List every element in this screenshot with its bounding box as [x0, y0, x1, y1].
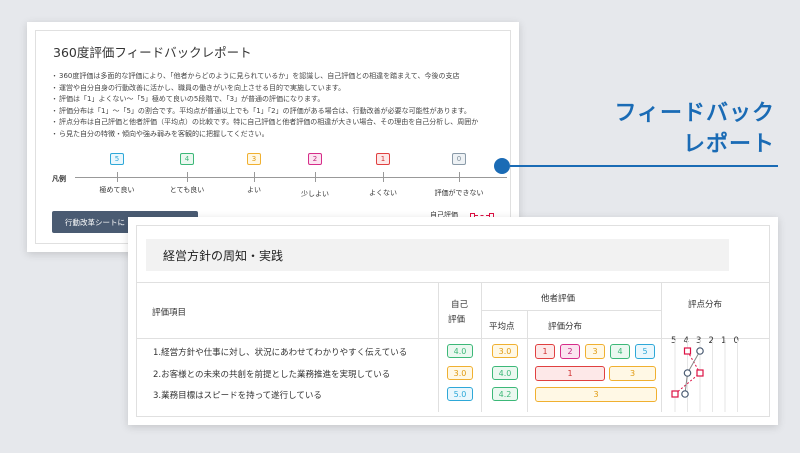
- table-divider: [481, 282, 482, 412]
- scale-value-badge: 5: [110, 153, 124, 165]
- score-distribution-plot: [671, 340, 738, 412]
- header-score-dist: 評点分布: [688, 300, 723, 310]
- scale-tick: [254, 172, 255, 182]
- header-self-line2: 評価: [448, 315, 466, 325]
- report-notes: 360度評価は多面的な評価により、「他者からどのように見られているか」を認識し、…: [53, 71, 508, 140]
- note-item: 運営や自分自身の行動改善に活かし、職員の働きがいを向上させる目的で実施しています…: [53, 83, 508, 95]
- distribution-segment: 3: [609, 366, 656, 381]
- scale-tick: [117, 172, 118, 182]
- legend-label: 凡例: [52, 175, 66, 183]
- distribution-segment: 3: [535, 387, 657, 402]
- self-score-badge: 3.0: [447, 366, 473, 380]
- scale-label: とても良い: [169, 186, 205, 194]
- report-title: 360度評価フィードバックレポート: [53, 45, 252, 60]
- header-distribution: 評価分布: [548, 322, 583, 332]
- scale-tick: [315, 172, 316, 182]
- average-score-badge: 4.0: [492, 366, 518, 380]
- others-eval-point: [696, 347, 704, 355]
- scale-value-badge: 1: [376, 153, 390, 165]
- self-score-badge: 4.0: [447, 344, 473, 358]
- scale-label: よくない: [369, 189, 397, 197]
- table-divider: [661, 282, 662, 412]
- self-score-badge: 5.0: [447, 387, 473, 401]
- row-item-label: 2.お客様との未来の共創を前提とした業務推進を実現している: [153, 370, 391, 380]
- average-score-badge: 3.0: [492, 344, 518, 358]
- table-divider: [481, 310, 661, 311]
- scale-label: 少しよい: [301, 190, 329, 198]
- distribution-segment: 1: [535, 344, 555, 359]
- scale-label: よい: [247, 186, 261, 194]
- row-item-label: 3.業務目標はスピードを持って遂行している: [153, 391, 322, 401]
- others-eval-point: [681, 390, 689, 398]
- table-divider: [527, 310, 528, 412]
- header-average: 平均点: [489, 322, 515, 332]
- note-item: 評価分布は「1」〜「5」の割合です。平均点が普通以上でも「1」「2」の評価がある…: [53, 106, 508, 118]
- scale-tick: [459, 172, 460, 182]
- note-item: 評価は「1」よくない〜「5」極めて良いの5段階で、「3」が普通の評価になります。: [53, 94, 508, 106]
- note-item: 評点分布は自己評価と他者評価（平均点）の比較です。特に自己評価と他者評価の相違が…: [53, 117, 508, 129]
- scale-value-badge: 3: [247, 153, 261, 165]
- note-item: ら見た自分の特徴・傾向や強み弱みを客観的に把握してください。: [53, 129, 508, 141]
- row-item-label: 1.経営方針や仕事に対し、状況にあわせてわかりやすく伝えている: [153, 348, 408, 358]
- distribution-segment: 3: [585, 344, 605, 359]
- self-eval-point: [696, 369, 704, 377]
- self-eval-point: [683, 347, 692, 355]
- scale-label: 極めて良い: [99, 186, 135, 194]
- distribution-segment: 1: [535, 366, 605, 381]
- header-item: 評価項目: [152, 308, 187, 318]
- scale-value-badge: 4: [180, 153, 194, 165]
- scale-label: 評価ができない: [434, 189, 484, 197]
- header-self-line1: 自己: [451, 300, 469, 310]
- headline-line2: レポート: [682, 132, 775, 157]
- distribution-segment: 5: [635, 344, 655, 359]
- header-others: 他者評価: [541, 294, 576, 304]
- distribution-segment: 2: [560, 344, 580, 359]
- scale-value-badge: 2: [308, 153, 322, 165]
- note-item: 360度評価は多面的な評価により、「他者からどのように見られているか」を認識し、…: [53, 71, 508, 83]
- section-title: 経営方針の周知・実践: [146, 239, 729, 271]
- headline-line1: フィードバック: [614, 101, 775, 126]
- scale-tick: [383, 172, 384, 182]
- scale-line: [75, 177, 507, 178]
- distribution-segment: 4: [610, 344, 630, 359]
- average-score-badge: 4.2: [492, 387, 518, 401]
- connector-dot-icon: [494, 158, 510, 174]
- scale-value-badge: 0: [452, 153, 466, 165]
- table-divider: [136, 282, 770, 283]
- self-eval-point: [671, 390, 679, 398]
- connector-line: [510, 165, 778, 167]
- table-divider: [438, 282, 439, 412]
- scale-tick: [187, 172, 188, 182]
- others-eval-point: [683, 369, 692, 377]
